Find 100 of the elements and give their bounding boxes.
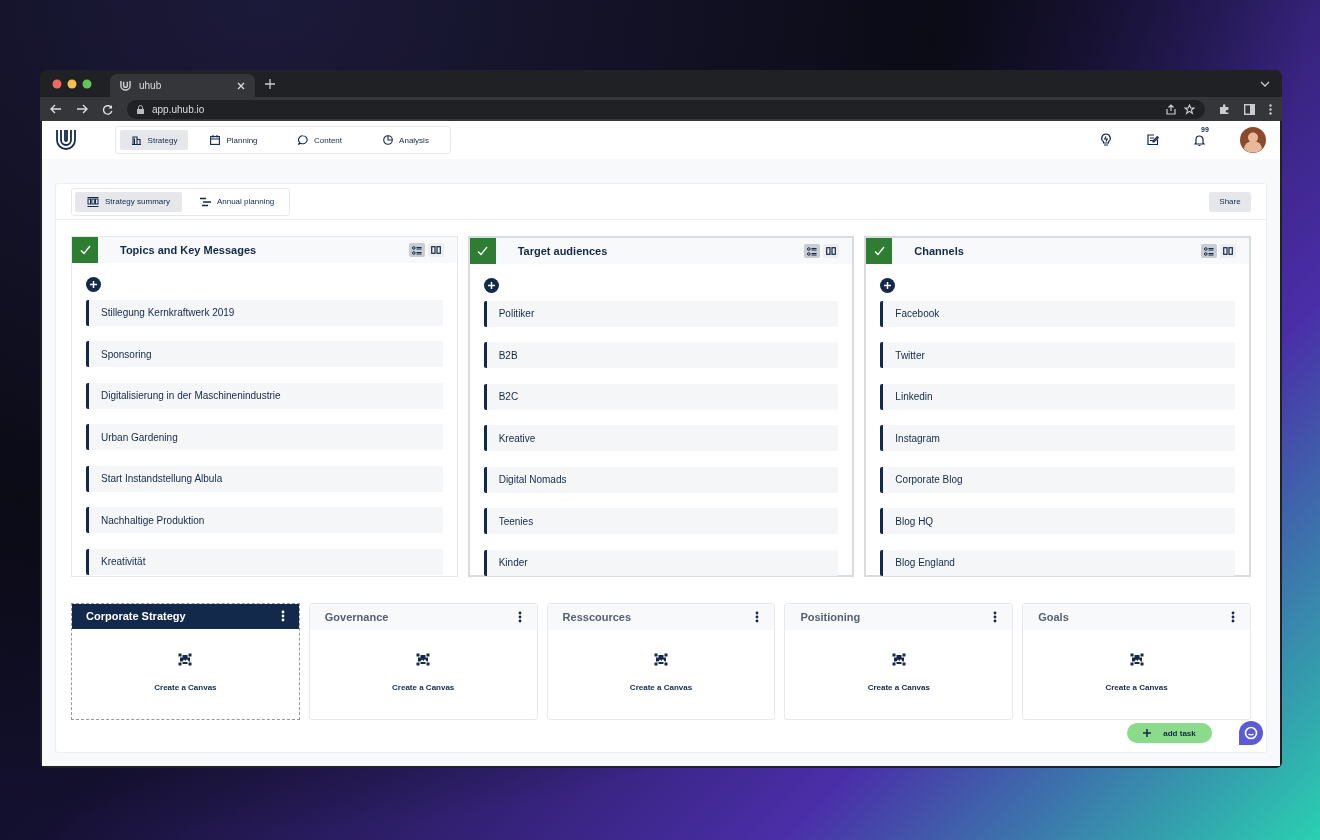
chat-bubble-icon [298,135,308,145]
list-view-icon [411,245,422,255]
list-item[interactable]: Stillegung Kernkraftwerk 2019 [86,299,443,326]
forward-icon[interactable] [76,104,88,114]
nav-tab[interactable]: Content [280,130,360,150]
canvas-title: Positioning [800,611,861,623]
board-title: Target audiences [517,245,608,257]
canvas-title: Corporate Strategy [86,610,186,622]
list-item[interactable]: B2B [483,342,839,368]
list-item[interactable]: Blog HQ [880,508,1235,534]
create-canvas-link[interactable]: Create a Canvas [629,683,693,692]
lock-icon [137,104,144,114]
list-item[interactable]: B2C [483,383,839,410]
view-tab[interactable]: Strategy summary [75,191,182,212]
create-canvas-link[interactable]: Create a Canvas [154,682,217,692]
calendar-icon [210,135,221,145]
view-tab[interactable]: Annual planning [187,191,287,212]
logo-icon[interactable] [55,129,77,151]
note-edit-icon[interactable] [1147,134,1159,146]
canvas-icon [178,652,193,666]
more-icon[interactable] [280,610,285,622]
address-bar[interactable]: app.uhub.io [127,99,1205,119]
list-view-icon [807,246,818,256]
chevron-down-icon[interactable] [1260,80,1270,87]
canvas-card[interactable]: Corporate Strategy Create a Canvas [71,603,300,720]
list-item[interactable]: Sponsoring [86,341,443,367]
board-title: Topics and Key Messages [120,244,257,256]
more-icon[interactable] [993,611,998,623]
list-view-button[interactable] [1201,244,1217,258]
board-view-button[interactable] [1220,244,1236,258]
lightbulb-icon[interactable] [1100,133,1112,147]
create-canvas-link[interactable]: Create a Canvas [867,683,930,692]
list-item[interactable]: Teenies [483,508,839,534]
share-button[interactable]: Share [1209,191,1251,212]
list-item[interactable]: Facebook [880,300,1235,327]
check-box[interactable] [72,237,98,263]
check-icon [477,246,489,256]
create-canvas-link[interactable]: Create a Canvas [1105,683,1168,692]
timeline-icon [199,196,211,207]
nav-tab[interactable]: Strategy [120,130,188,150]
list-item[interactable]: Kreativität [86,548,443,575]
list-item[interactable]: Digital Nomads [483,466,839,493]
board-title: Channels [914,245,964,257]
back-icon[interactable] [50,104,62,114]
sidebar-icon[interactable] [1244,103,1255,115]
browser-tab[interactable]: uhub [110,74,255,97]
canvas-card[interactable]: Governance Create a Canvas [308,603,538,720]
canvas-card[interactable]: Goals Create a Canvas [1022,603,1251,720]
add-item-icon[interactable] [880,278,896,293]
more-icon[interactable] [755,611,760,623]
canvas-card[interactable]: Resscources Create a Canvas [546,603,776,720]
add-item-icon[interactable] [483,278,499,293]
add-item-icon[interactable] [86,277,101,292]
board-view-button[interactable] [427,243,444,257]
share-icon[interactable] [1166,103,1176,115]
more-icon[interactable] [1269,103,1272,115]
more-icon[interactable] [1231,611,1235,623]
list-view-icon [1204,246,1214,256]
columns-icon [826,247,837,255]
list-item[interactable]: Linkedin [880,383,1235,410]
list-item[interactable]: Kinder [483,549,839,576]
list-item[interactable]: Urban Gardening [86,424,443,450]
check-box[interactable] [469,238,496,264]
list-item[interactable]: Instagram [880,425,1235,451]
close-icon[interactable] [237,81,245,90]
nav-tab[interactable]: Planning [194,130,274,150]
columns-icon [87,196,99,207]
puzzle-icon[interactable] [1219,103,1230,115]
reload-icon[interactable] [102,103,113,115]
nav-tab[interactable]: Analysis [366,130,446,150]
canvas-icon [416,653,431,666]
list-item[interactable]: Corporate Blog [880,466,1235,493]
canvas-title: Goals [1038,611,1069,623]
create-canvas-link[interactable]: Create a Canvas [392,683,455,692]
avatar[interactable] [1240,127,1266,153]
canvas-icon [654,653,668,666]
list-item[interactable]: Nachhaltige Produktion [86,507,443,533]
list-item[interactable]: Twitter [880,342,1235,368]
list-item[interactable]: Politiker [483,300,839,327]
list-item[interactable]: Start Instandstellung Albula [86,465,443,492]
list-item[interactable]: Kreative [483,425,839,451]
star-icon[interactable] [1184,103,1195,115]
list-view-button[interactable] [804,244,821,258]
board-view-button[interactable] [823,244,840,258]
logo-icon [120,80,131,91]
columns-icon [430,246,441,254]
canvas-title: Resscources [562,611,632,623]
bell-icon[interactable] [1194,133,1205,147]
list-view-button[interactable] [408,243,425,257]
new-tab-icon[interactable] [265,78,275,89]
add-task-button[interactable]: add task [1127,723,1212,743]
chat-widget-icon[interactable] [1238,720,1264,746]
list-item[interactable]: Blog England [880,549,1235,576]
check-box[interactable] [866,238,893,264]
columns-icon [1223,247,1233,255]
list-item[interactable]: Digitalisierung in der Maschinenindustrie [86,382,443,409]
more-icon[interactable] [517,611,522,623]
check-icon [79,245,91,255]
canvas-card[interactable]: Positioning Create a Canvas [784,603,1014,720]
building-icon [130,135,142,145]
